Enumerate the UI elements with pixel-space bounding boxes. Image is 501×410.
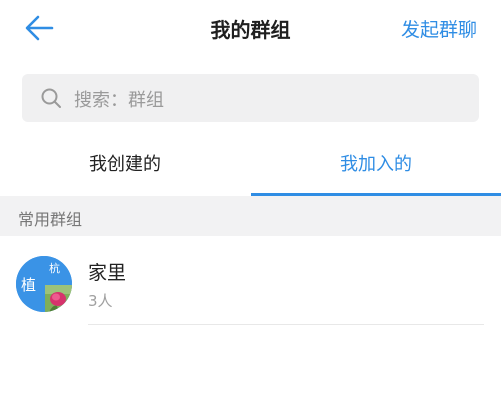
header-bar: 我的群组 发起群聊: [0, 0, 501, 58]
group-avatar: 植 杭: [16, 256, 72, 312]
back-button[interactable]: [22, 10, 62, 46]
search-placeholder: 搜索：群组: [74, 90, 164, 111]
flower-photo-icon: [45, 285, 72, 312]
section-header: 常用群组: [0, 196, 501, 236]
section-label: 常用群组: [18, 210, 83, 229]
group-member-count: 3人: [88, 292, 113, 310]
search-input[interactable]: 搜索：群组: [22, 74, 479, 122]
back-arrow-icon: [25, 15, 54, 41]
tab-created-by-me[interactable]: 我创建的: [0, 136, 250, 196]
tab-joined[interactable]: 我加入的: [251, 136, 501, 196]
avatar-char-left: 植: [21, 276, 37, 294]
tab-bar: 我创建的 我加入的: [0, 136, 501, 196]
group-list-item[interactable]: 植 杭 家里 3人: [0, 236, 501, 328]
group-name: 家里: [88, 262, 127, 284]
search-icon: [41, 88, 61, 108]
start-group-chat-button[interactable]: 发起群聊: [401, 15, 477, 42]
avatar-char-top-right: 杭: [49, 262, 60, 275]
row-divider: [88, 324, 484, 325]
